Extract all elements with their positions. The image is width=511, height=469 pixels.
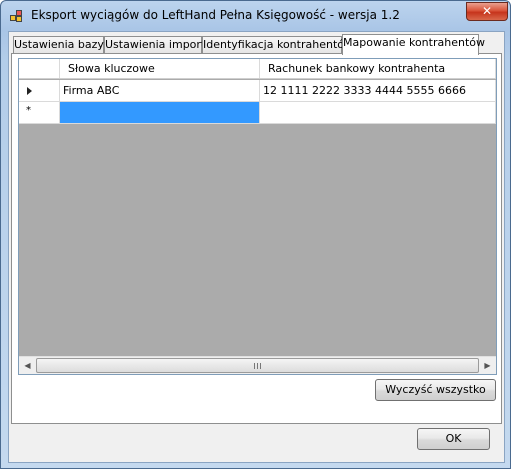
scroll-left-icon[interactable]: ◀	[19, 357, 36, 374]
tab-identyfikacja-kontrahentow[interactable]: Identyfikacja kontrahentów	[202, 36, 353, 54]
tab-strip: Ustawienia bazy Ustawienia importu Ident…	[11, 34, 503, 55]
tab-ustawienia-bazy[interactable]: Ustawienia bazy	[13, 36, 104, 54]
current-row-arrow-icon	[27, 87, 32, 95]
cell-keywords-new[interactable]	[60, 102, 260, 123]
scrollbar-thumb[interactable]	[36, 358, 479, 373]
grid-header: Słowa kluczowe Rachunek bankowy kontrahe…	[19, 59, 496, 79]
tab-mapowanie-kontrahentow[interactable]: Mapowanie kontrahentów	[342, 34, 485, 55]
table-row[interactable]: Firma ABC 12 1111 2222 3333 4444 5555 66…	[19, 80, 496, 102]
column-header-keywords[interactable]: Słowa kluczowe	[60, 59, 260, 78]
cell-keywords[interactable]: Firma ABC	[60, 80, 260, 101]
window-title: Eksport wyciągów do LeftHand Pełna Księg…	[31, 8, 400, 22]
ok-button[interactable]: OK	[417, 428, 490, 450]
scroll-right-icon[interactable]: ▶	[479, 357, 496, 374]
tab-page-mapowanie: Słowa kluczowe Rachunek bankowy kontrahe…	[11, 53, 502, 424]
row-header[interactable]: *	[19, 102, 60, 123]
cell-account-new[interactable]	[260, 102, 496, 123]
app-icon	[10, 10, 24, 22]
grip-icon	[254, 363, 263, 369]
main-window: Eksport wyciągów do LeftHand Pełna Księg…	[0, 0, 511, 469]
row-header-corner	[19, 59, 60, 78]
tab-ustawienia-importu[interactable]: Ustawienia importu	[104, 36, 212, 54]
cell-account[interactable]: 12 1111 2222 3333 4444 5555 6666	[260, 80, 496, 101]
column-header-account[interactable]: Rachunek bankowy kontrahenta	[260, 59, 496, 78]
table-row-new[interactable]: *	[19, 102, 496, 124]
close-icon: ✕	[481, 4, 493, 18]
new-row-marker: *	[26, 105, 31, 116]
title-bar[interactable]: Eksport wyciągów do LeftHand Pełna Księg…	[1, 1, 510, 31]
close-button[interactable]: ✕	[466, 2, 508, 21]
horizontal-scrollbar[interactable]: ◀ ▶	[19, 356, 496, 374]
clear-all-button[interactable]: Wyczyść wszystko	[375, 379, 496, 401]
client-area: Ustawienia bazy Ustawienia importu Ident…	[8, 31, 505, 463]
mapping-grid[interactable]: Słowa kluczowe Rachunek bankowy kontrahe…	[18, 58, 497, 375]
row-header[interactable]	[19, 80, 60, 101]
